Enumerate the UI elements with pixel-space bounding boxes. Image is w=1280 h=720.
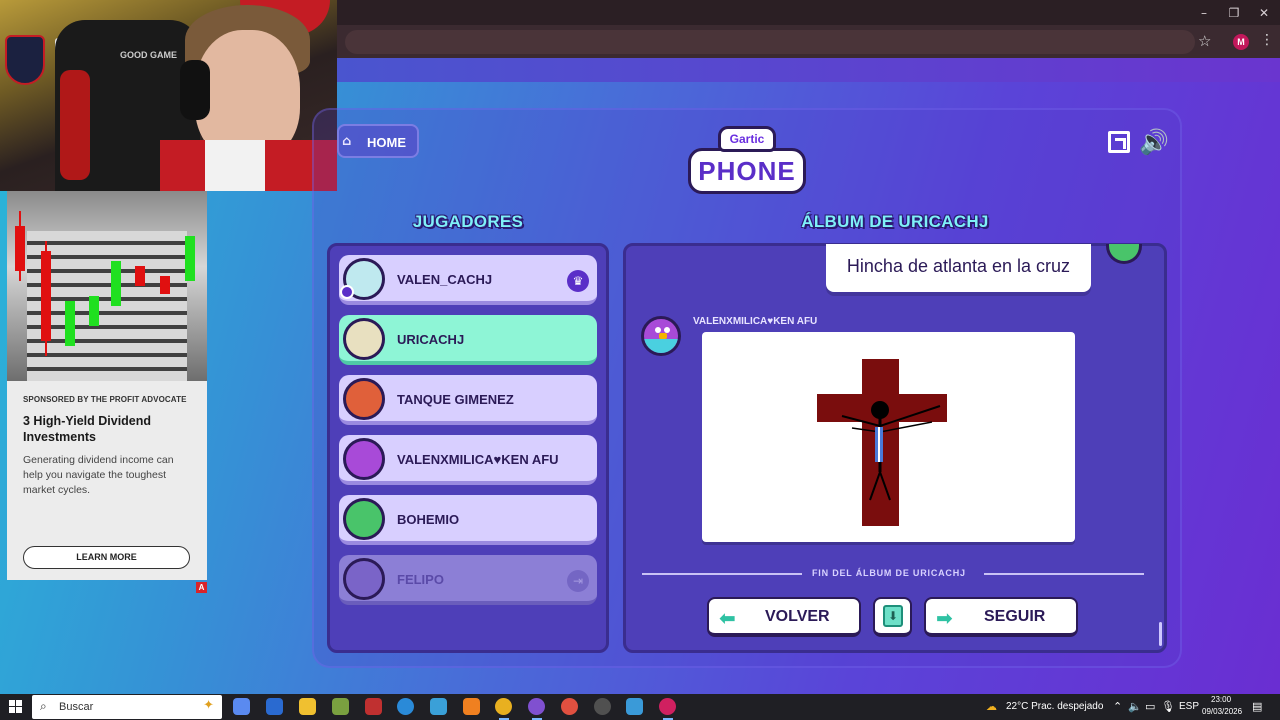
restore-button[interactable]: ❐ (1220, 4, 1248, 22)
volume-icon[interactable]: 🔈 (1128, 700, 1142, 713)
download-icon: ⬇ (883, 605, 903, 627)
browser-menu-icon[interactable]: ⋮ (1260, 32, 1274, 48)
language-indicator[interactable]: ESP (1179, 701, 1199, 712)
player-avatar (343, 318, 385, 360)
home-button[interactable]: ⌂ HOME (337, 124, 419, 158)
edge-icon[interactable] (397, 698, 414, 715)
album-scrollbar[interactable] (1159, 622, 1162, 646)
app-icon-3[interactable] (626, 698, 643, 715)
home-label: HOME (367, 135, 406, 150)
tray-chevron-icon[interactable]: ⌃ (1113, 700, 1122, 713)
back-button[interactable]: ⬅ VOLVER (707, 597, 861, 637)
bookmark-star-icon[interactable]: ☆ (1198, 32, 1211, 50)
clock-time[interactable]: 23:00 (1211, 695, 1231, 704)
drawer-name: VALENXMILICA♥KEN AFU (693, 316, 818, 327)
chair-label: GOOD GAME (120, 50, 178, 60)
player-item[interactable]: TANQUE GIMENEZ (339, 375, 597, 425)
player-name: FELIPO (397, 572, 444, 587)
next-button[interactable]: ➡ SEGUIR (924, 597, 1078, 637)
end-divider-right (984, 573, 1144, 575)
notification-icon[interactable]: ▤ (1252, 700, 1262, 713)
obs-icon[interactable] (528, 698, 545, 720)
close-button[interactable]: ✕ (1250, 4, 1278, 22)
album-title: ÁLBUM DE URICACHJ (801, 212, 989, 231)
github-icon[interactable] (594, 698, 611, 715)
address-bar[interactable] (345, 30, 1195, 54)
weather-text[interactable]: 22°C Prac. despejado (1006, 701, 1103, 712)
ad-title[interactable]: 3 High-Yield Dividend Investments (23, 413, 198, 445)
headset (180, 60, 210, 120)
player-item[interactable]: BOHEMIO (339, 495, 597, 545)
caption-bubble: Hincha de atlanta en la cruz (826, 244, 1091, 292)
minimize-button[interactable]: – (1190, 4, 1218, 22)
sponsored-ad: SPONSORED BY THE PROFIT ADVOCATE 3 High-… (7, 191, 207, 580)
player-name: URICACHJ (397, 332, 465, 347)
player-item[interactable]: FELIPO ⇥ (339, 555, 597, 605)
vlc-icon[interactable] (463, 698, 480, 715)
minecraft-icon[interactable] (332, 698, 349, 715)
chrome-profile-icon[interactable] (561, 698, 578, 715)
app-icon-2[interactable] (430, 698, 447, 715)
player-avatar (343, 558, 385, 600)
chrome-icon[interactable] (495, 698, 512, 720)
sound-icon[interactable]: 🔊 (1139, 128, 1169, 156)
club-badge (5, 35, 45, 85)
player-name: BOHEMIO (397, 512, 460, 527)
copilot-app-icon[interactable] (233, 698, 250, 715)
album-end-text: FIN DEL ÁLBUM DE URICACHJ (812, 568, 966, 578)
player-item[interactable]: VALENXMILICA♥KEN AFU (339, 435, 597, 485)
players-title: JUGADORES (412, 212, 524, 231)
learn-more-button[interactable]: LEARN MORE (23, 546, 190, 569)
ad-image (7, 191, 207, 381)
logo-top-text: Gartic (718, 126, 776, 152)
fullscreen-icon[interactable] (1108, 131, 1130, 153)
home-icon: ⌂ (342, 134, 352, 149)
drawing-canvas (702, 332, 1075, 542)
player-left-icon: ⇥ (567, 570, 589, 592)
arrow-right-icon: ➡ (936, 606, 953, 630)
chrome-gartic-icon[interactable] (659, 698, 676, 720)
app-icon[interactable] (365, 698, 382, 715)
host-indicator-icon (340, 285, 354, 299)
drawing-image (817, 359, 947, 526)
copilot-icon[interactable]: ✦ (203, 698, 214, 713)
outlook-icon[interactable] (266, 698, 283, 715)
mic-icon[interactable]: 🎙 (1161, 700, 1175, 713)
player-item[interactable]: URICACHJ (339, 315, 597, 365)
host-crown-icon: ♛ (567, 270, 589, 292)
save-album-button[interactable]: ⬇ (873, 597, 912, 637)
ad-choices-icon[interactable]: A (196, 582, 207, 593)
webcam-overlay: GOOD GAME (0, 0, 337, 191)
player-avatar (343, 438, 385, 480)
gartic-phone-logo: PHONE Gartic (688, 126, 806, 196)
weather-icon[interactable]: ☁ (986, 700, 997, 713)
file-explorer-icon[interactable] (299, 698, 316, 715)
end-divider-left (642, 573, 802, 575)
player-name: VALEN_CACHJ (397, 272, 493, 287)
arrow-left-icon: ⬅ (719, 606, 736, 630)
clock-date[interactable]: 09/03/2026 (1202, 707, 1242, 716)
next-button-label: SEGUIR (984, 608, 1046, 625)
player-name: TANQUE GIMENEZ (397, 392, 514, 407)
ad-sponsor-label: SPONSORED BY THE PROFIT ADVOCATE (23, 395, 187, 404)
windows-start-icon[interactable] (9, 700, 22, 713)
search-placeholder: Buscar (59, 701, 94, 713)
player-avatar (343, 378, 385, 420)
back-button-label: VOLVER (765, 608, 830, 625)
network-icon[interactable]: ▭ (1145, 700, 1155, 713)
logo-main-text: PHONE (688, 148, 806, 194)
ad-body: Generating dividend income can help you … (23, 454, 174, 496)
drawer-avatar (641, 316, 681, 356)
player-name: VALENXMILICA♥KEN AFU (397, 452, 559, 467)
player-item[interactable]: VALEN_CACHJ ♛ (339, 255, 597, 305)
taskbar-search[interactable]: ⌕ Buscar ✦ (32, 695, 222, 719)
game-background-top (337, 58, 1280, 82)
player-avatar (343, 498, 385, 540)
profile-avatar[interactable]: M (1233, 34, 1249, 50)
search-icon: ⌕ (40, 699, 47, 713)
